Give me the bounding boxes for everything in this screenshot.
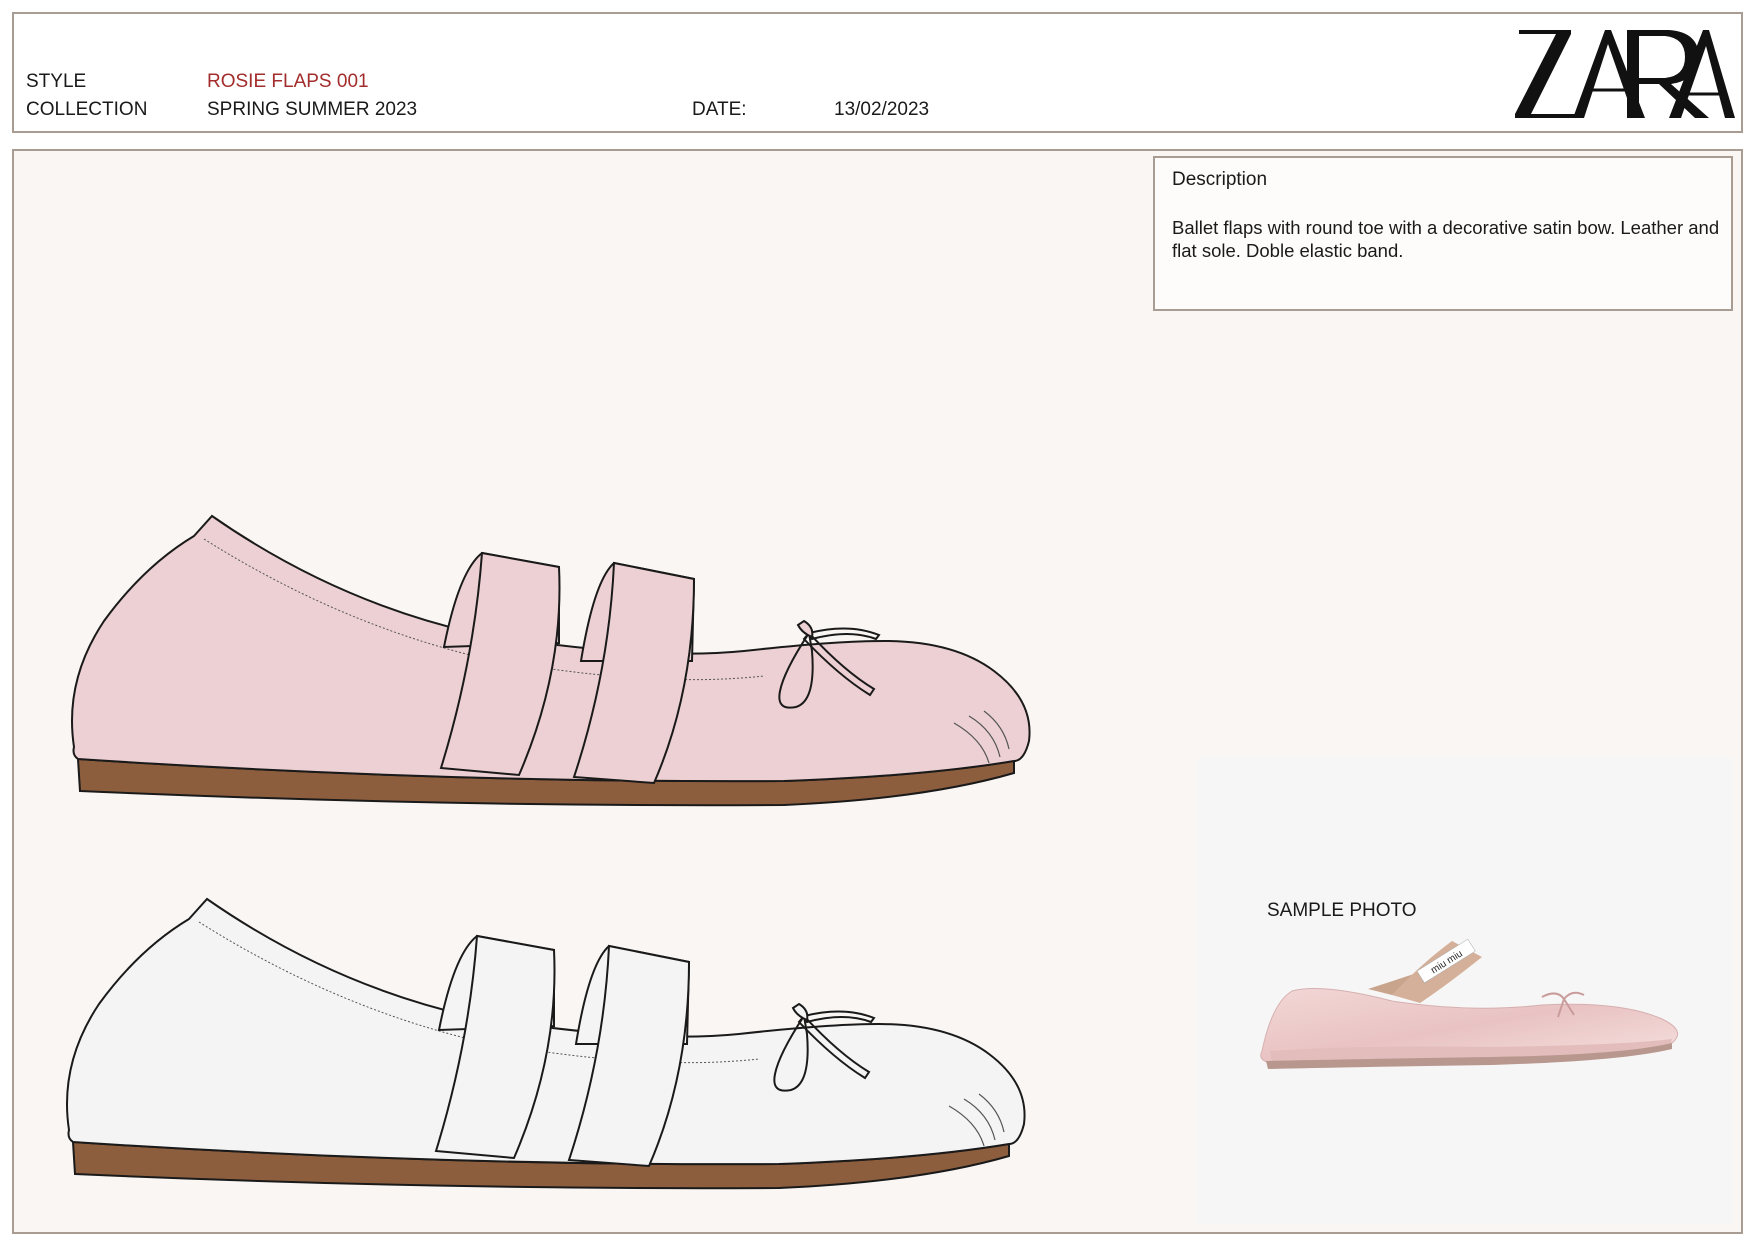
style-value: ROSIE FLAPS 001 <box>207 71 369 92</box>
collection-label: COLLECTION <box>26 99 148 120</box>
style-label: STYLE <box>26 71 87 92</box>
date-value: 13/02/2023 <box>834 99 930 120</box>
description-body: Ballet flaps with round toe with a decor… <box>1172 217 1720 261</box>
sample-photo-label: SAMPLE PHOTO <box>1267 900 1417 921</box>
header: STYLE ROSIE FLAPS 001 COLLECTION SPRING … <box>12 12 1743 133</box>
date-label: DATE: <box>692 99 747 120</box>
shoe-sketch-white <box>66 897 1026 1190</box>
collection-value: SPRING SUMMER 2023 <box>207 99 418 120</box>
main-sheet: Description Ballet flaps with round toe … <box>12 149 1743 1234</box>
description-box: Description Ballet flaps with round toe … <box>1153 156 1733 311</box>
sample-photo-panel: SAMPLE PHOTO miu miu <box>1197 758 1733 1225</box>
description-title: Description <box>1172 169 1268 190</box>
sample-photo-shoe: miu miu <box>1260 938 1679 1069</box>
zara-logo <box>1515 30 1735 118</box>
